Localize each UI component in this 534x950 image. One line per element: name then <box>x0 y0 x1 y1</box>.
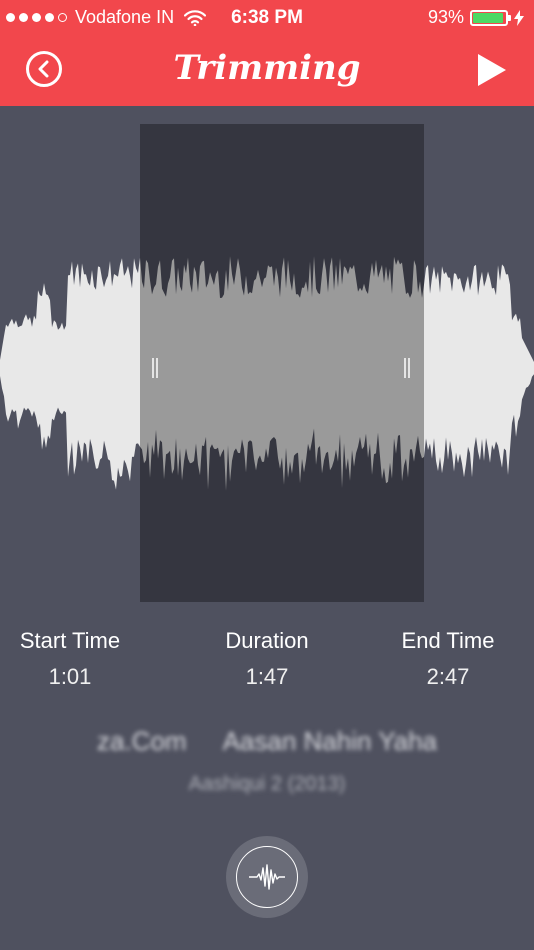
audio-waveform <box>0 256 534 491</box>
trim-start-handle[interactable] <box>152 358 160 378</box>
duration-value: 1:47 <box>245 664 289 689</box>
duration-label: Duration <box>225 628 309 653</box>
top-bar: Vodafone IN 6:38 PM 93% Trimming <box>0 0 534 106</box>
waveform-left <box>0 257 140 490</box>
status-bar: Vodafone IN 6:38 PM 93% <box>0 0 534 36</box>
waveform-selected <box>140 256 424 491</box>
song-info: za.Com Aasan Nahin Yaha Aashiqui 2 (2013… <box>0 726 534 796</box>
end-time-value: 2:47 <box>426 664 470 689</box>
end-time-label: End Time <box>401 628 495 653</box>
record-button[interactable] <box>226 836 308 918</box>
start-time-group: Start Time 1:01 <box>10 628 130 690</box>
trim-end-handle[interactable] <box>404 358 412 378</box>
battery-info: 93% <box>428 7 524 28</box>
battery-fill <box>473 12 503 23</box>
song-source: za.Com <box>96 726 187 756</box>
song-title: Aasan Nahin Yaha <box>222 726 437 756</box>
start-time-value: 1:01 <box>48 664 92 689</box>
song-album: Aashiqui 2 (2013) <box>188 773 346 795</box>
battery-icon <box>470 9 511 26</box>
play-button[interactable] <box>476 52 508 88</box>
battery-percent: 93% <box>427 7 464 27</box>
end-time-group: End Time 2:47 <box>388 628 508 690</box>
waveform-icon <box>249 864 285 890</box>
duration-group: Duration 1:47 <box>207 628 327 690</box>
waveform-area[interactable] <box>0 124 534 602</box>
record-button-ring <box>236 846 298 908</box>
charging-bolt-icon <box>514 9 524 26</box>
waveform-right <box>424 264 534 478</box>
start-time-label: Start Time <box>19 628 121 653</box>
page-title: Trimming <box>173 48 361 88</box>
play-icon <box>478 54 506 86</box>
nav-bar: Trimming <box>0 36 534 106</box>
